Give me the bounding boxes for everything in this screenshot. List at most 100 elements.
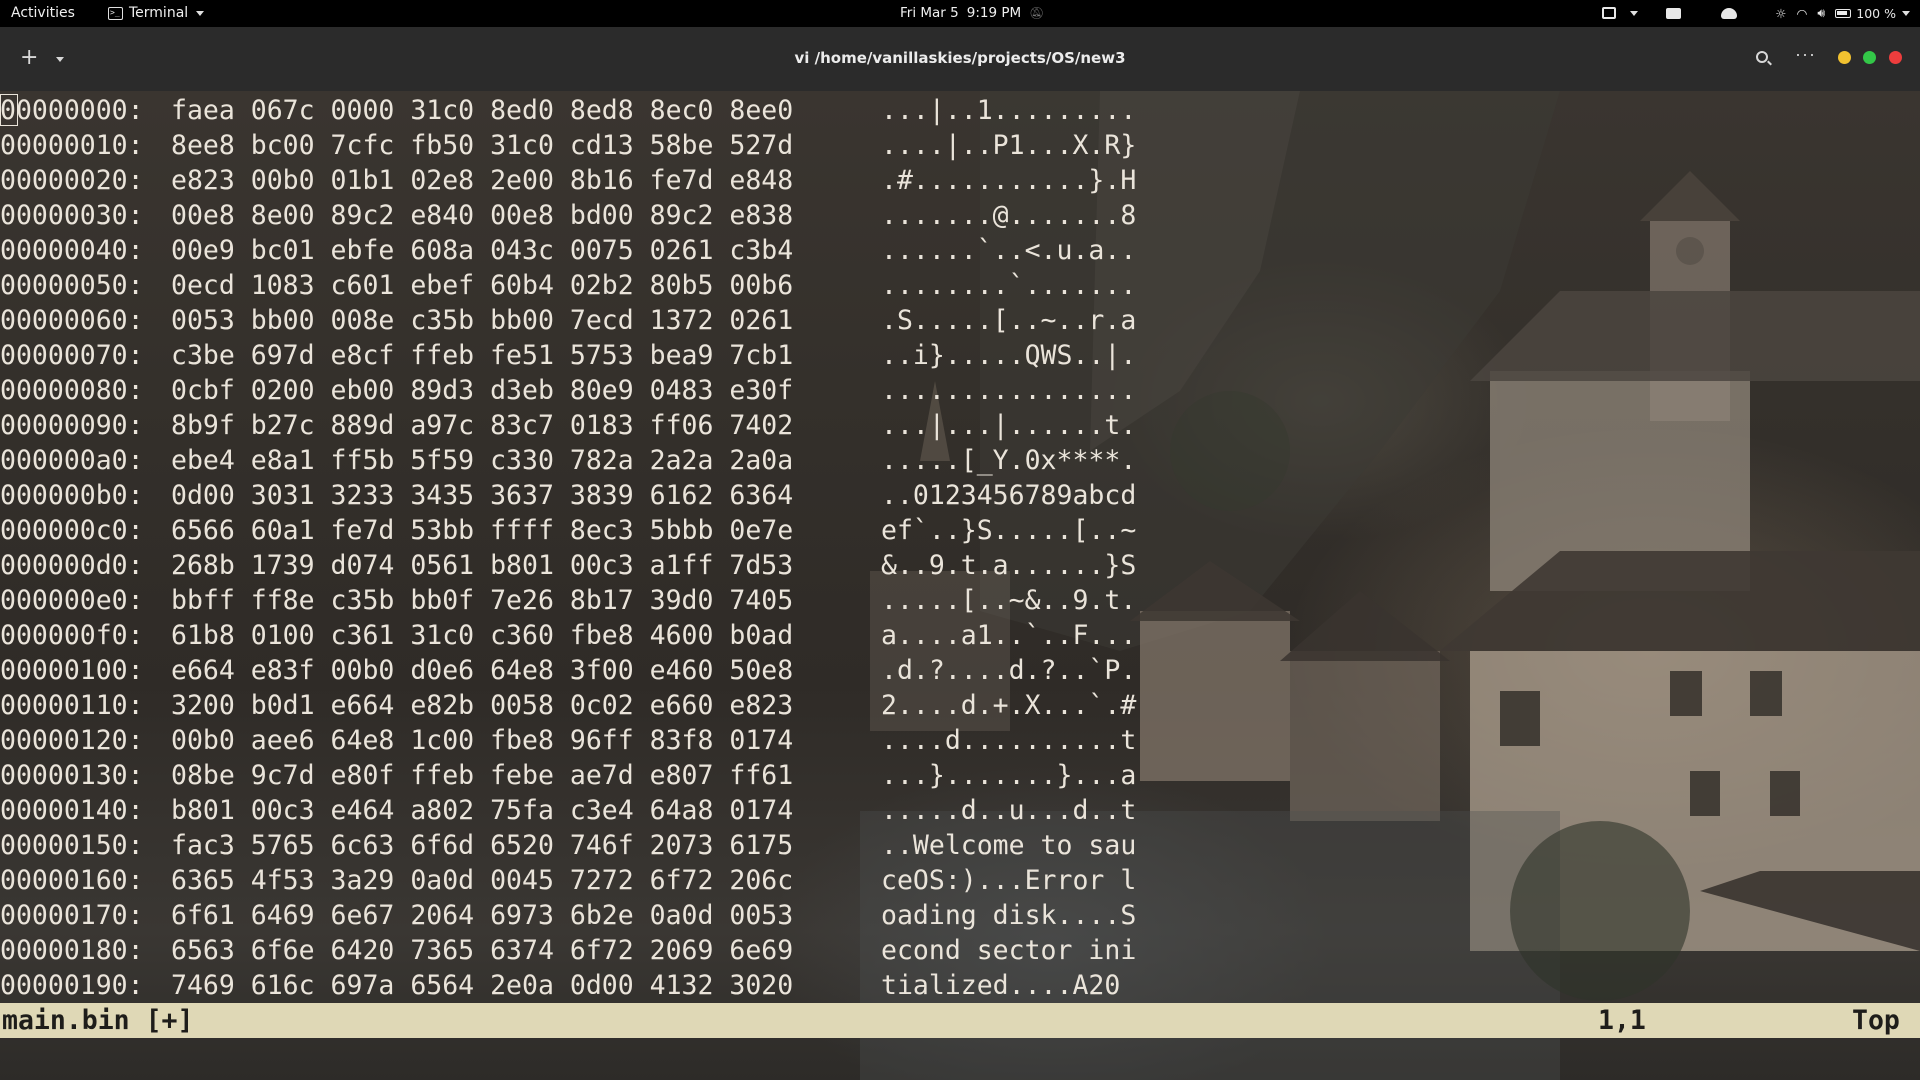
chevron-down-icon[interactable] [1902, 4, 1910, 22]
hex-addr: 00000010: [0, 130, 144, 161]
display-icon[interactable] [1602, 4, 1617, 22]
hex-line: 00000000: faea 067c 0000 31c0 8ed0 8ed8 8… [0, 93, 1136, 128]
hex-bytes: 8ee8 bc00 7cfc fb50 31c0 cd13 58be 527d [171, 130, 794, 161]
hex-bytes: ebe4 e8a1 ff5b 5f59 c330 782a 2a2a 2a0a [171, 445, 794, 476]
system-tray[interactable]: ☼ ◠ 🔊︎ 100 % [1588, 4, 1910, 22]
hex-line: 00000160: 6365 4f53 3a29 0a0d 0045 7272 6… [0, 863, 1136, 898]
hex-addr: 00000170: [0, 900, 144, 931]
hex-line: 000000f0: 61b8 0100 c361 31c0 c360 fbe8 4… [0, 618, 1136, 653]
status-cursor-position: 1,1 [1598, 1005, 1646, 1036]
hex-ascii: ......`..<.u.a.. [881, 235, 1137, 266]
hex-addr: 00000110: [0, 690, 144, 721]
hex-bytes: faea 067c 0000 31c0 8ed0 8ed8 8ec0 8ee0 [171, 95, 794, 126]
hex-line: 00000060: 0053 bb00 008e c35b bb00 7ecd 1… [0, 303, 1136, 338]
hex-addr: 00000120: [0, 725, 144, 756]
hex-ascii: ....|..P1...X.R} [881, 130, 1137, 161]
hex-bytes: 6566 60a1 fe7d 53bb ffff 8ec3 5bbb 0e7e [171, 515, 794, 546]
hex-ascii: ..0123456789abcd [881, 480, 1137, 511]
chevron-down-icon[interactable] [1630, 4, 1639, 22]
hex-line: 00000080: 0cbf 0200 eb00 89d3 d3eb 80e9 0… [0, 373, 1136, 408]
hex-ascii: tialized....A20 [881, 970, 1137, 1001]
hex-line: 00000030: 00e8 8e00 89c2 e840 00e8 bd00 8… [0, 198, 1136, 233]
maximize-button[interactable] [1863, 51, 1876, 64]
hex-line: 00000180: 6563 6f6e 6420 7365 6374 6f72 2… [0, 933, 1136, 968]
hex-bytes: 6365 4f53 3a29 0a0d 0045 7272 6f72 206c [171, 865, 794, 896]
hex-bytes: 7469 616c 697a 6564 2e0a 0d00 4132 3020 [171, 970, 794, 1001]
hex-bytes: fac3 5765 6c63 6f6d 6520 746f 2073 6175 [171, 830, 794, 861]
hex-bytes: c3be 697d e8cf ffeb fe51 5753 bea9 7cb1 [171, 340, 794, 371]
cloud-icon[interactable] [1721, 4, 1738, 22]
hex-bytes: 00e9 bc01 ebfe 608a 043c 0075 0261 c3b4 [171, 235, 794, 266]
hex-ascii: ef`..}S.....[..~ [881, 515, 1137, 546]
hex-addr: 000000c0: [0, 515, 144, 546]
hex-ascii: .....[..~&..9.t. [881, 585, 1137, 616]
hex-line: 000000e0: bbff ff8e c35b bb0f 7e26 8b17 3… [0, 583, 1136, 618]
hex-bytes: 0ecd 1083 c601 ebef 60b4 02b2 80b5 00b6 [171, 270, 794, 301]
top-bar: Activities >_ Terminal Fri Mar 5 9:19 PM… [0, 0, 1920, 27]
battery-percent: 100 % [1856, 5, 1896, 21]
search-icon[interactable] [1756, 51, 1768, 63]
hex-line: 00000150: fac3 5765 6c63 6f6d 6520 746f 2… [0, 828, 1136, 863]
hex-bytes: e664 e83f 00b0 d0e6 64e8 3f00 e460 50e8 [171, 655, 794, 686]
hex-addr: 000000e0: [0, 585, 144, 616]
app-menu[interactable]: >_ Terminal [108, 5, 205, 21]
hex-addr: 00000180: [0, 935, 144, 966]
hex-line: 000000b0: 0d00 3031 3233 3435 3637 3839 6… [0, 478, 1136, 513]
hex-ascii: .....d..u...d..t [881, 795, 1137, 826]
hex-addr: 00000080: [0, 375, 144, 406]
hex-addr: 00000100: [0, 655, 144, 686]
terminal-viewport[interactable]: 00000000: faea 067c 0000 31c0 8ed0 8ed8 8… [0, 91, 1920, 1080]
hex-line: 00000010: 8ee8 bc00 7cfc fb50 31c0 cd13 5… [0, 128, 1136, 163]
hex-line: 000000a0: ebe4 e8a1 ff5b 5f59 c330 782a 2… [0, 443, 1136, 478]
hex-line: 00000170: 6f61 6469 6e67 2064 6973 6b2e 0… [0, 898, 1136, 933]
hex-addr: 00000150: [0, 830, 144, 861]
hex-ascii: ...|...|......t. [881, 410, 1137, 441]
hex-bytes: 3200 b0d1 e664 e82b 0058 0c02 e660 e823 [171, 690, 794, 721]
hex-ascii: ...|..1......... [881, 95, 1137, 126]
volume-icon: 🔊︎ [1817, 5, 1826, 20]
hex-bytes: 0053 bb00 008e c35b bb00 7ecd 1372 0261 [171, 305, 794, 336]
hex-ascii: ceOS:)...Error l [881, 865, 1137, 896]
hex-bytes: 00e8 8e00 89c2 e840 00e8 bd00 89c2 e838 [171, 200, 794, 231]
hex-ascii: ..i}.....QWS..|. [881, 340, 1137, 371]
hex-bytes: e823 00b0 01b1 02e8 2e00 8b16 fe7d e848 [171, 165, 794, 196]
hex-addr: 00000090: [0, 410, 144, 441]
hex-bytes: 08be 9c7d e80f ffeb febe ae7d e807 ff61 [171, 760, 794, 791]
brightness-icon: ☼ [1775, 5, 1787, 21]
time: 9:19 PM [966, 5, 1022, 21]
minimize-button[interactable] [1838, 51, 1851, 64]
hex-bytes: bbff ff8e c35b bb0f 7e26 8b17 39d0 7405 [171, 585, 794, 616]
hex-ascii: ...}.......}...a [881, 760, 1137, 791]
hex-addr: 000000d0: [0, 550, 144, 581]
hex-ascii: .......@.......8 [881, 200, 1137, 231]
hex-bytes: 0cbf 0200 eb00 89d3 d3eb 80e9 0483 e30f [171, 375, 794, 406]
chevron-down-icon [196, 10, 205, 16]
hex-line: 00000020: e823 00b0 01b1 02e8 2e00 8b16 f… [0, 163, 1136, 198]
hex-ascii: ........`....... [881, 270, 1137, 301]
hex-line: 00000090: 8b9f b27c 889d a97c 83c7 0183 f… [0, 408, 1136, 443]
hex-bytes: 8b9f b27c 889d a97c 83c7 0183 ff06 7402 [171, 410, 794, 441]
hex-ascii: econd sector ini [881, 935, 1137, 966]
screen-share-icon[interactable] [1666, 4, 1682, 22]
activities-button[interactable]: Activities [11, 5, 75, 21]
hex-addr: 00000140: [0, 795, 144, 826]
clock[interactable]: Fri Mar 5 9:19 PM 🔕︎ [900, 5, 1044, 21]
hex-ascii: 2....d.+.X...`.# [881, 690, 1137, 721]
hex-bytes: 6563 6f6e 6420 7365 6374 6f72 2069 6e69 [171, 935, 794, 966]
hex-line: 00000190: 7469 616c 697a 6564 2e0a 0d00 4… [0, 968, 1136, 1003]
hex-addr: 00000070: [0, 340, 144, 371]
hex-addr: 00000000: [0, 95, 144, 126]
hex-bytes: 6f61 6469 6e67 2064 6973 6b2e 0a0d 0053 [171, 900, 794, 931]
hex-ascii: oading disk....S [881, 900, 1137, 931]
hex-addr: 00000130: [0, 760, 144, 791]
hex-ascii: ..Welcome to sau [881, 830, 1137, 861]
more-options-button[interactable]: ··· [1795, 44, 1816, 65]
hex-ascii: .S.....[..~..r.a [881, 305, 1137, 336]
status-filename: main.bin [+] [2, 1005, 194, 1036]
hex-bytes: 00b0 aee6 64e8 1c00 fbe8 96ff 83f8 0174 [171, 725, 794, 756]
hex-line: 00000100: e664 e83f 00b0 d0e6 64e8 3f00 e… [0, 653, 1136, 688]
close-button[interactable] [1889, 51, 1902, 64]
text-cursor [0, 94, 18, 126]
hex-dump: 00000000: faea 067c 0000 31c0 8ed0 8ed8 8… [0, 91, 1136, 1003]
hex-addr: 000000f0: [0, 620, 144, 651]
